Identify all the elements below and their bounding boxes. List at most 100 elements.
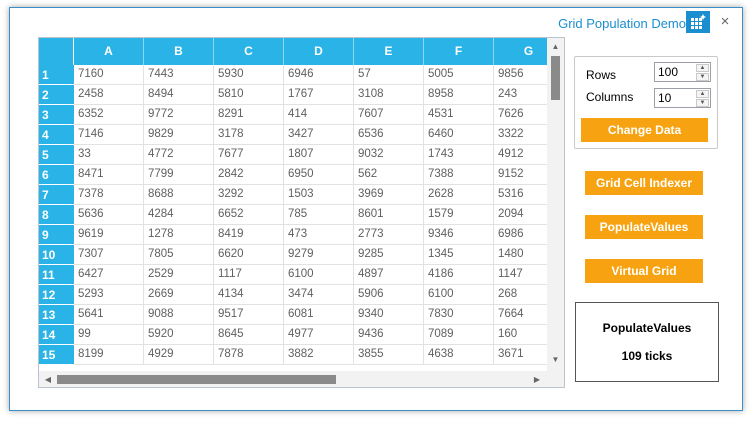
virtual-grid-button[interactable]: Virtual Grid [585, 259, 703, 283]
grid-cell[interactable]: 6536 [354, 125, 424, 145]
close-button[interactable]: × [716, 14, 734, 32]
rows-stepper[interactable]: 100 ▲ ▼ [654, 62, 711, 82]
grid-cell[interactable]: 4531 [424, 105, 494, 125]
grid-cell[interactable]: 1503 [284, 185, 354, 205]
row-header[interactable]: 1 [39, 65, 74, 85]
grid-cell[interactable]: 9285 [354, 245, 424, 265]
grid-cell[interactable]: 8645 [214, 325, 284, 345]
column-header[interactable]: D [284, 38, 354, 65]
grid-sparkle-icon[interactable] [686, 11, 710, 33]
row-header[interactable]: 5 [39, 145, 74, 165]
columns-stepper[interactable]: 10 ▲ ▼ [654, 88, 711, 108]
table-row[interactable]: 14 99 5920 8645 4977 9436 7089 160 [39, 325, 564, 345]
horizontal-scroll-thumb[interactable] [57, 375, 336, 384]
grid-cell[interactable]: 1743 [424, 145, 494, 165]
columns-decrement-icon[interactable]: ▼ [696, 99, 709, 107]
scroll-right-icon[interactable]: ▶ [530, 371, 544, 387]
grid-cell[interactable]: 4977 [284, 325, 354, 345]
grid-cell[interactable]: 7146 [74, 125, 144, 145]
grid-cell[interactable]: 4134 [214, 285, 284, 305]
grid-cell[interactable]: 1345 [424, 245, 494, 265]
grid-cell[interactable]: 7089 [424, 325, 494, 345]
grid-cell[interactable]: 8199 [74, 345, 144, 365]
data-grid[interactable]: A B C D E F G 1 7160 7443 5930 6946 57 5005 985… [38, 37, 565, 388]
row-header[interactable]: 9 [39, 225, 74, 245]
row-header[interactable]: 13 [39, 305, 74, 325]
row-header[interactable]: 12 [39, 285, 74, 305]
grid-corner[interactable] [39, 38, 74, 65]
vertical-scrollbar[interactable]: ▲ ▼ [547, 38, 564, 371]
scroll-left-icon[interactable]: ◀ [41, 371, 55, 387]
grid-cell[interactable]: 1807 [284, 145, 354, 165]
grid-cell[interactable]: 3108 [354, 85, 424, 105]
row-header[interactable]: 11 [39, 265, 74, 285]
grid-cell[interactable]: 7878 [214, 345, 284, 365]
table-row[interactable]: 6 8471 7799 2842 6950 562 7388 9152 [39, 165, 564, 185]
row-header[interactable]: 3 [39, 105, 74, 125]
grid-cell[interactable]: 5920 [144, 325, 214, 345]
grid-cell[interactable]: 4186 [424, 265, 494, 285]
grid-cell[interactable]: 5293 [74, 285, 144, 305]
grid-cell[interactable]: 9279 [284, 245, 354, 265]
table-row[interactable]: 13 5641 9088 9517 6081 9340 7830 7664 [39, 305, 564, 325]
table-row[interactable]: 4 7146 9829 3178 3427 6536 6460 3322 [39, 125, 564, 145]
grid-cell[interactable]: 8419 [214, 225, 284, 245]
grid-cell[interactable]: 2773 [354, 225, 424, 245]
grid-cell[interactable]: 8471 [74, 165, 144, 185]
grid-cell[interactable]: 6427 [74, 265, 144, 285]
grid-cell[interactable]: 9340 [354, 305, 424, 325]
grid-cell[interactable]: 473 [284, 225, 354, 245]
row-header[interactable]: 7 [39, 185, 74, 205]
grid-cell[interactable]: 2458 [74, 85, 144, 105]
table-row[interactable]: 10 7307 7805 6620 9279 9285 1345 1480 [39, 245, 564, 265]
grid-cell[interactable]: 3855 [354, 345, 424, 365]
grid-cell[interactable]: 7677 [214, 145, 284, 165]
grid-cell[interactable]: 5005 [424, 65, 494, 85]
grid-cell[interactable]: 3474 [284, 285, 354, 305]
grid-cell[interactable]: 1117 [214, 265, 284, 285]
row-header[interactable]: 2 [39, 85, 74, 105]
grid-cell[interactable]: 57 [354, 65, 424, 85]
grid-cell[interactable]: 8958 [424, 85, 494, 105]
rows-increment-icon[interactable]: ▲ [696, 64, 709, 72]
grid-cell[interactable]: 6946 [284, 65, 354, 85]
grid-cell[interactable]: 3969 [354, 185, 424, 205]
grid-cell[interactable]: 7443 [144, 65, 214, 85]
grid-cell[interactable]: 6100 [284, 265, 354, 285]
grid-cell[interactable]: 6950 [284, 165, 354, 185]
change-data-button[interactable]: Change Data [581, 118, 708, 142]
column-header[interactable]: F [424, 38, 494, 65]
grid-cell[interactable]: 2842 [214, 165, 284, 185]
table-row[interactable]: 7 7378 8688 3292 1503 3969 2628 5316 [39, 185, 564, 205]
grid-cell[interactable]: 562 [354, 165, 424, 185]
grid-cell[interactable]: 3882 [284, 345, 354, 365]
column-header[interactable]: B [144, 38, 214, 65]
grid-cell[interactable]: 6652 [214, 205, 284, 225]
columns-increment-icon[interactable]: ▲ [696, 90, 709, 98]
grid-cell[interactable]: 4638 [424, 345, 494, 365]
grid-cell[interactable]: 6081 [284, 305, 354, 325]
grid-cell[interactable]: 3292 [214, 185, 284, 205]
rows-value[interactable]: 100 [658, 65, 678, 79]
table-row[interactable]: 12 5293 2669 4134 3474 5906 6100 268 [39, 285, 564, 305]
column-header[interactable]: A [74, 38, 144, 65]
table-row[interactable]: 5 33 4772 7677 1807 9032 1743 4912 [39, 145, 564, 165]
table-row[interactable]: 1 7160 7443 5930 6946 57 5005 9856 [39, 65, 564, 85]
grid-cell[interactable]: 8688 [144, 185, 214, 205]
grid-cell[interactable]: 6460 [424, 125, 494, 145]
row-header[interactable]: 8 [39, 205, 74, 225]
column-header[interactable]: C [214, 38, 284, 65]
grid-cell[interactable]: 8494 [144, 85, 214, 105]
grid-cell[interactable]: 4897 [354, 265, 424, 285]
grid-cell[interactable]: 7805 [144, 245, 214, 265]
populate-values-button[interactable]: PopulateValues [585, 215, 703, 239]
grid-cell[interactable]: 99 [74, 325, 144, 345]
grid-cell[interactable]: 7160 [74, 65, 144, 85]
table-row[interactable]: 8 5636 4284 6652 785 8601 1579 2094 [39, 205, 564, 225]
rows-decrement-icon[interactable]: ▼ [696, 73, 709, 81]
table-row[interactable]: 11 6427 2529 1117 6100 4897 4186 1147 [39, 265, 564, 285]
grid-cell[interactable]: 6100 [424, 285, 494, 305]
grid-cell[interactable]: 6352 [74, 105, 144, 125]
grid-cell[interactable]: 8291 [214, 105, 284, 125]
grid-cell[interactable]: 7388 [424, 165, 494, 185]
